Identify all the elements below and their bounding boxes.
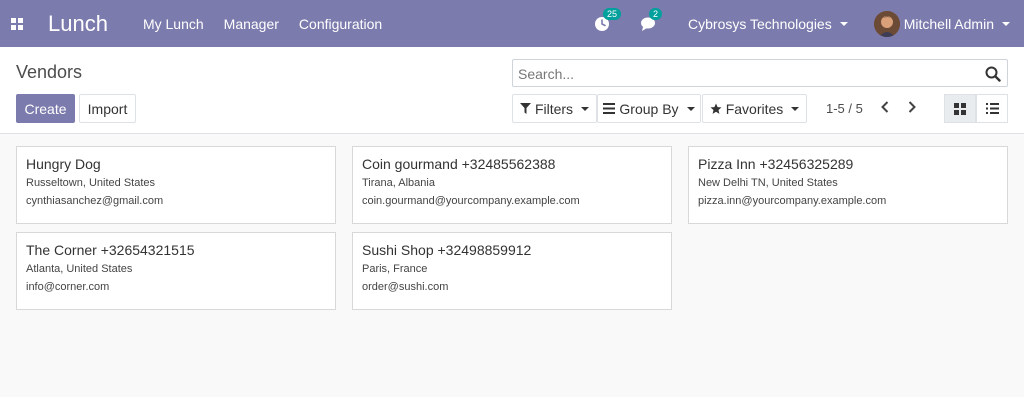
groupby-dropdown[interactable]: Group By bbox=[597, 94, 701, 123]
star-icon bbox=[710, 103, 722, 114]
list-icon bbox=[985, 103, 999, 114]
vendor-location: Tirana, Albania bbox=[362, 177, 435, 189]
vendor-card[interactable]: Sushi Shop +32498859912 Paris, France or… bbox=[352, 232, 672, 310]
chevron-down-icon bbox=[839, 21, 848, 26]
groupby-label: Group By bbox=[619, 100, 679, 117]
chevron-down-icon bbox=[581, 106, 590, 111]
chevron-down-icon bbox=[1002, 21, 1010, 26]
vendor-title: Sushi Shop +32498859912 bbox=[362, 242, 532, 258]
user-menu[interactable]: Mitchell Admin bbox=[873, 10, 1010, 37]
vendor-email: info@corner.com bbox=[26, 281, 110, 293]
menu-item-my-lunch[interactable]: My Lunch bbox=[143, 16, 204, 32]
control-panel: Vendors Create Import Filters Group By bbox=[0, 47, 1024, 134]
pager-value[interactable]: 1-5 / 5 bbox=[826, 101, 863, 116]
systray: 25 2 Cybrosys Technologies Mitchell Admi… bbox=[594, 0, 1024, 47]
vendor-email: coin.gourmand@yourcompany.example.com bbox=[362, 195, 580, 207]
vendor-email: order@sushi.com bbox=[362, 281, 449, 293]
company-switcher[interactable]: Cybrosys Technologies bbox=[688, 16, 848, 32]
search-icon[interactable] bbox=[985, 66, 1001, 82]
filter-icon bbox=[519, 103, 531, 114]
vendor-card[interactable]: Coin gourmand +32485562388 Tirana, Alban… bbox=[352, 146, 672, 224]
chevron-right-icon bbox=[908, 101, 916, 113]
vendor-title: Coin gourmand +32485562388 bbox=[362, 156, 556, 172]
chevron-left-icon bbox=[881, 101, 889, 113]
vendor-email: pizza.inn@yourcompany.example.com bbox=[698, 195, 887, 207]
filters-dropdown[interactable]: Filters bbox=[512, 94, 597, 123]
favorites-label: Favorites bbox=[725, 100, 784, 117]
chevron-down-icon bbox=[791, 106, 800, 111]
grid-icon bbox=[11, 17, 23, 30]
search-box bbox=[512, 59, 1008, 87]
app-brand[interactable]: Lunch bbox=[48, 11, 108, 37]
chevron-down-icon bbox=[686, 106, 695, 111]
import-button[interactable]: Import bbox=[79, 94, 136, 123]
vendor-location: Atlanta, United States bbox=[26, 263, 133, 275]
vendor-location: New Delhi TN, United States bbox=[698, 177, 838, 189]
kanban-grid-icon bbox=[954, 102, 966, 115]
vendor-location: Russeltown, United States bbox=[26, 177, 156, 189]
search-input[interactable] bbox=[518, 64, 978, 84]
list-view-button[interactable] bbox=[976, 94, 1008, 123]
list-bars-icon bbox=[603, 103, 616, 114]
main-menu: My Lunch Manager Configuration bbox=[143, 16, 402, 32]
vendor-card[interactable]: Hungry Dog Russeltown, United States cyn… bbox=[16, 146, 336, 224]
kanban-view-button[interactable] bbox=[944, 94, 976, 123]
activity-count-badge: 25 bbox=[603, 7, 622, 20]
apps-menu-button[interactable] bbox=[0, 0, 34, 47]
breadcrumb: Vendors bbox=[16, 62, 83, 82]
vendor-card[interactable]: Pizza Inn +32456325289 New Delhi TN, Uni… bbox=[688, 146, 1008, 224]
pager-previous-button[interactable] bbox=[875, 97, 895, 117]
vendor-title: Hungry Dog bbox=[26, 156, 101, 172]
top-navbar: Lunch My Lunch Manager Configuration 25 … bbox=[0, 0, 1024, 47]
vendor-location: Paris, France bbox=[362, 263, 428, 275]
avatar bbox=[873, 10, 900, 37]
menu-item-configuration[interactable]: Configuration bbox=[299, 16, 382, 32]
message-count-badge: 2 bbox=[649, 7, 663, 20]
vendor-card[interactable]: The Corner +32654321515 Atlanta, United … bbox=[16, 232, 336, 310]
company-name: Cybrosys Technologies bbox=[688, 15, 832, 32]
menu-item-manager[interactable]: Manager bbox=[224, 16, 279, 32]
create-button[interactable]: Create bbox=[16, 94, 75, 123]
activity-button[interactable]: 25 bbox=[594, 7, 622, 32]
user-name: Mitchell Admin bbox=[903, 15, 994, 32]
vendor-email: cynthiasanchez@gmail.com bbox=[26, 195, 164, 207]
filters-label: Filters bbox=[534, 100, 574, 117]
pager-next-button[interactable] bbox=[902, 97, 922, 117]
vendor-title: The Corner +32654321515 bbox=[26, 242, 195, 258]
vendor-title: Pizza Inn +32456325289 bbox=[698, 156, 854, 172]
favorites-dropdown[interactable]: Favorites bbox=[702, 94, 807, 123]
messaging-button[interactable]: 2 bbox=[640, 7, 663, 32]
